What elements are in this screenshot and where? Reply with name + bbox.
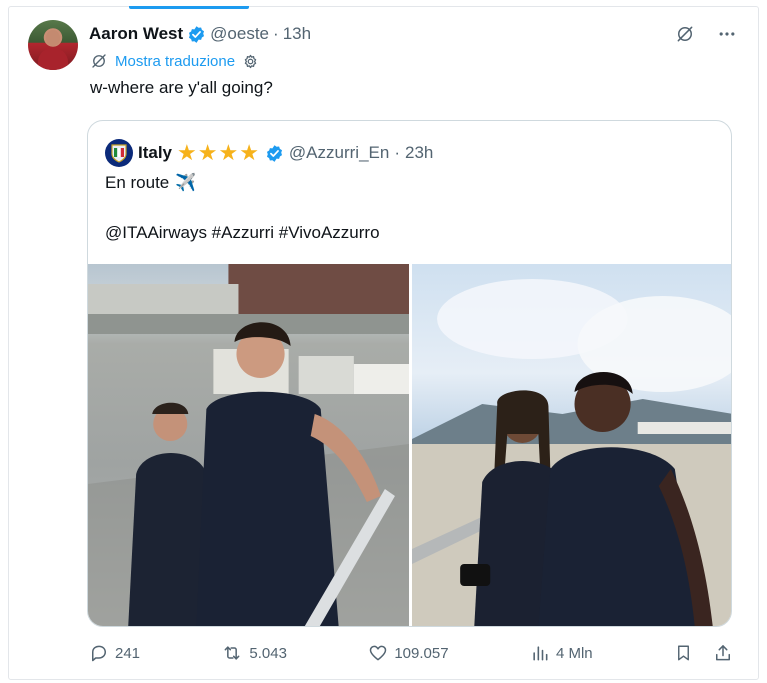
- post-text: w-where are y'all going?: [90, 78, 273, 97]
- like-button[interactable]: 109.057: [368, 643, 449, 663]
- grok-icon[interactable]: [675, 24, 695, 44]
- media-gallery: [88, 264, 731, 626]
- post-time[interactable]: 13h: [283, 24, 311, 44]
- reply-button[interactable]: 241: [89, 643, 140, 663]
- quoted-handle[interactable]: @Azzurri_En: [289, 143, 389, 163]
- quoted-meta-separator: ·: [394, 143, 400, 162]
- verified-badge-icon: [189, 25, 205, 43]
- post-actions-bar: 241 5.043 109.057 4 Mln: [89, 643, 733, 663]
- quoted-text-line-2: @ITAAirways #Azzurri #VivoAzzurro: [105, 223, 380, 242]
- quoted-text-en-route: En route: [105, 173, 170, 192]
- quoted-post[interactable]: Italy ★★★★ @Azzurri_En · 23h En route ✈️…: [87, 120, 732, 627]
- airplane-icon: ✈️: [175, 173, 197, 192]
- post-secondary-actions: [674, 643, 733, 663]
- author-name[interactable]: Aaron West: [89, 24, 183, 44]
- meta-separator: ·: [273, 24, 279, 43]
- author-avatar[interactable]: [28, 20, 78, 70]
- like-count: 109.057: [394, 644, 449, 662]
- translate-link[interactable]: Mostra traduzione: [115, 53, 235, 70]
- tab-indicator: [129, 6, 249, 9]
- quoted-time[interactable]: 23h: [405, 143, 433, 163]
- repost-count: 5.043: [249, 644, 287, 662]
- translate-row: Mostra traduzione: [90, 52, 259, 70]
- stars-badge: ★★★★: [177, 140, 260, 165]
- verified-badge-icon: [266, 144, 282, 162]
- translate-icon: [92, 54, 106, 68]
- post-top-actions: [675, 24, 737, 44]
- quoted-author-name[interactable]: Italy: [138, 143, 172, 163]
- views-count: 4 Mln: [555, 644, 593, 662]
- quoted-header: Italy ★★★★ @Azzurri_En · 23h: [105, 139, 433, 167]
- like-icon: [370, 645, 387, 661]
- share-icon[interactable]: [713, 643, 733, 663]
- quoted-text-line-1: En route ✈️: [105, 173, 196, 193]
- reply-count: 241: [115, 644, 141, 662]
- repost-button[interactable]: 5.043: [221, 643, 287, 663]
- photo-right[interactable]: [412, 264, 731, 626]
- settings-icon[interactable]: [242, 53, 259, 70]
- more-icon[interactable]: [717, 24, 737, 44]
- views-icon: [533, 646, 548, 661]
- bookmark-icon[interactable]: [674, 643, 693, 663]
- post-header: Aaron West @oeste · 13h: [89, 24, 311, 44]
- quoted-avatar[interactable]: [105, 139, 133, 167]
- reply-icon: [92, 645, 106, 662]
- author-handle[interactable]: @oeste: [210, 24, 269, 44]
- views-button[interactable]: 4 Mln: [530, 643, 593, 663]
- photo-left[interactable]: [88, 264, 409, 626]
- repost-icon: [224, 646, 240, 660]
